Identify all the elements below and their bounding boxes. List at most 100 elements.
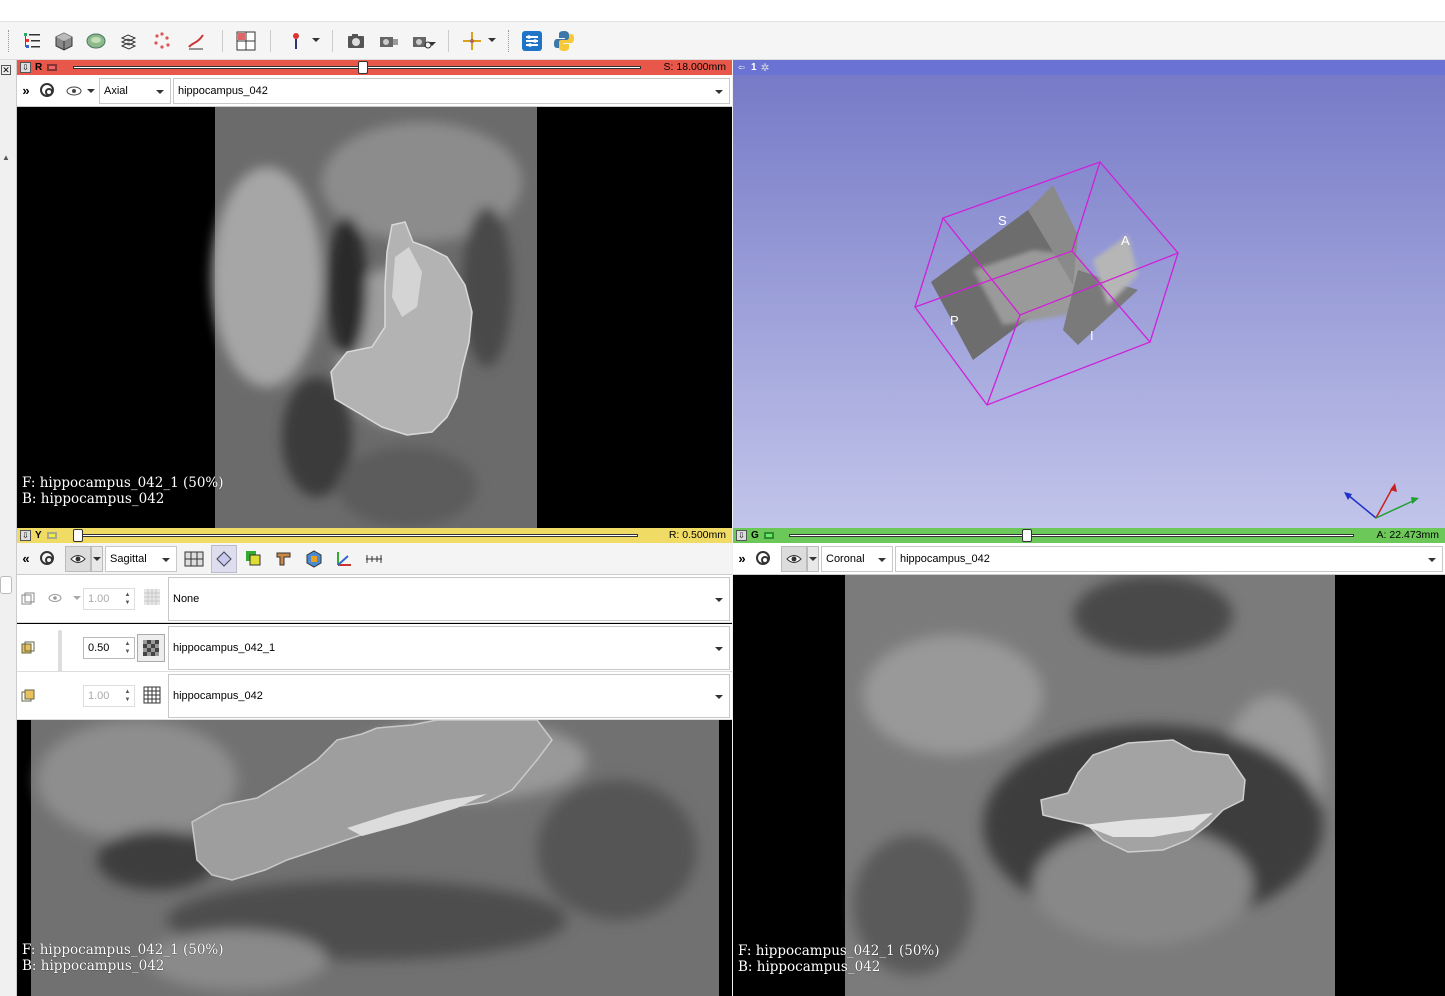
background-opacity-value: 1.00 [88,690,110,702]
link-icon[interactable] [46,530,58,541]
background-opacity-spinbox[interactable]: 1.00 ▲ ▼ [83,685,135,707]
volumes-icon[interactable] [52,29,76,53]
main-toolbar [0,22,1445,60]
module-panel-collapsed: ✕ ▲ [0,60,17,996]
eye-dropdown-arrow[interactable] [87,86,97,96]
foreground-volume-selector[interactable]: hippocampus_042_1 [168,626,730,670]
yellow-offset-slider[interactable] [73,534,638,537]
python-console-icon[interactable] [552,29,576,53]
pin-icon[interactable]: ⇩ [20,62,31,73]
lightbox-icon[interactable] [181,545,207,573]
fiducial-dropdown-arrow[interactable] [312,38,320,42]
yellow-image-area[interactable]: F: hippocampus_042_1 (50%) B: hippocampu… [17,720,732,996]
threed-render: S A P I [913,161,1419,519]
background-interpolation-icon[interactable] [143,686,161,706]
label-outline-icon[interactable] [143,588,161,608]
red-slider-thumb[interactable] [357,61,368,74]
orientation-selector[interactable]: Coronal [821,545,893,572]
yellow-slider-thumb[interactable] [73,529,83,542]
coronal-mri-image [845,575,1335,996]
pin-icon[interactable]: ⇩ [736,530,747,541]
link-views-icon[interactable] [751,546,777,572]
background-annotation: B: hippocampus_042 [22,491,165,507]
eye-icon[interactable] [65,545,91,572]
transforms-icon[interactable] [117,29,141,53]
scene-view-restore-icon[interactable] [410,29,434,53]
green-slice-bar: ⇩ G A: 22.473mm [733,528,1445,543]
segment-editor-icon[interactable] [184,29,208,53]
label-visibility-icon[interactable] [47,590,63,609]
label-options-arrow[interactable] [73,596,81,600]
background-annotation: B: hippocampus_042 [738,959,881,975]
eye-dropdown-arrow[interactable] [91,545,103,572]
extension-manager-icon[interactable] [520,29,544,53]
expand-controller-icon[interactable]: » [17,78,35,104]
crosshair-fiducial-icon[interactable] [284,29,308,53]
link-views-icon[interactable] [35,78,61,104]
red-view-label: R [35,62,43,73]
background-volume-selector[interactable]: hippocampus_042 [168,674,730,718]
pin-icon[interactable]: ⇦ [736,62,747,73]
threed-view[interactable]: ⇦ 1 ✲ S A P I [733,60,1445,528]
yellow-slice-view: ⇩ Y R: 0.500mm « Sagittal 1.00▲▼ None [17,528,732,996]
scene-view-dropdown-arrow[interactable] [428,42,436,46]
foreground-outline-icon[interactable] [137,634,165,662]
crosshair-dropdown-arrow[interactable] [488,38,496,42]
background-annotation: B: hippocampus_042 [22,958,165,974]
background-volume-value: hippocampus_042 [173,690,263,702]
pin-icon[interactable]: ⇩ [20,530,31,541]
eye-dropdown-arrow[interactable] [807,545,819,572]
threed-view-label: 1 [751,62,757,73]
toolbar-grip[interactable] [8,30,11,52]
scene-view-icon[interactable] [377,29,401,53]
toolbar-grip-2[interactable] [508,30,511,52]
green-offset-slider[interactable] [789,534,1354,537]
link-icon[interactable] [763,530,775,541]
eye-icon[interactable] [781,545,807,572]
layout-icon[interactable] [234,29,258,53]
ruler-icon[interactable] [361,545,387,573]
label-layer-icon [21,592,35,609]
green-image-area[interactable]: F: hippocampus_042_1 (50%) B: hippocampu… [733,575,1445,996]
yellow-slice-bar: ⇩ Y R: 0.500mm [17,528,732,543]
data-icon[interactable] [20,29,44,53]
screenshot-icon[interactable] [344,29,368,53]
foreground-annotation: F: hippocampus_042_1 (50%) [738,943,940,959]
red-image-area[interactable]: F: hippocampus_042_1 (50%) B: hippocampu… [17,107,732,528]
orientation-selector[interactable]: Axial [99,77,171,104]
orientation-a-label: A [1121,233,1130,248]
foreground-opacity-value: 0.50 [88,642,110,654]
link-icon[interactable] [46,62,58,73]
green-slider-thumb[interactable] [1022,529,1033,542]
orientation-selector[interactable]: Sagittal [105,545,177,572]
gear-icon[interactable]: ✲ [761,62,770,74]
markups-icon[interactable] [150,29,174,53]
label-opacity-spinbox[interactable]: 1.00 ▲ ▼ [83,588,135,610]
volume-selector[interactable]: hippocampus_042 [173,77,730,104]
red-slice-view: ⇩ R S: 18.000mm » Axial hippocampus_042 [17,60,732,528]
eye-icon[interactable] [61,78,87,104]
expand-controller-icon[interactable]: » [733,546,751,572]
segmentation-outline-icon[interactable] [271,545,297,573]
label-volume-selector[interactable]: None [168,577,730,621]
orientation-value: Coronal [826,552,865,565]
volume-rendering-icon[interactable] [301,545,327,573]
foreground-layer-row: 0.50 ▲ ▼ hippocampus_042_1 [17,624,732,726]
volume-selector[interactable]: hippocampus_042 [895,545,1443,572]
yellow-controller: « Sagittal [17,543,732,575]
foreground-opacity-spinbox[interactable]: 0.50 ▲ ▼ [83,637,135,659]
link-views-icon[interactable] [35,546,61,572]
reformat-icon[interactable] [211,544,237,573]
red-slice-bar: ⇩ R S: 18.000mm [17,60,732,75]
axes-icon[interactable] [331,545,357,573]
layers-icon[interactable] [241,545,267,573]
collapse-controller-icon[interactable]: « [17,546,35,572]
crosshair-icon[interactable] [460,29,484,53]
models-icon[interactable] [84,29,108,53]
close-icon[interactable]: ✕ [1,65,11,75]
collapse-handle[interactable] [0,576,12,594]
red-offset-value: S: 18.000mm [663,61,726,73]
orientation-axes-icon [1344,483,1419,519]
slicer-window: { "app": {"name": "3D Slicer"}, "toolbar… [0,0,1445,996]
scroll-up-icon[interactable]: ▲ [2,153,10,162]
